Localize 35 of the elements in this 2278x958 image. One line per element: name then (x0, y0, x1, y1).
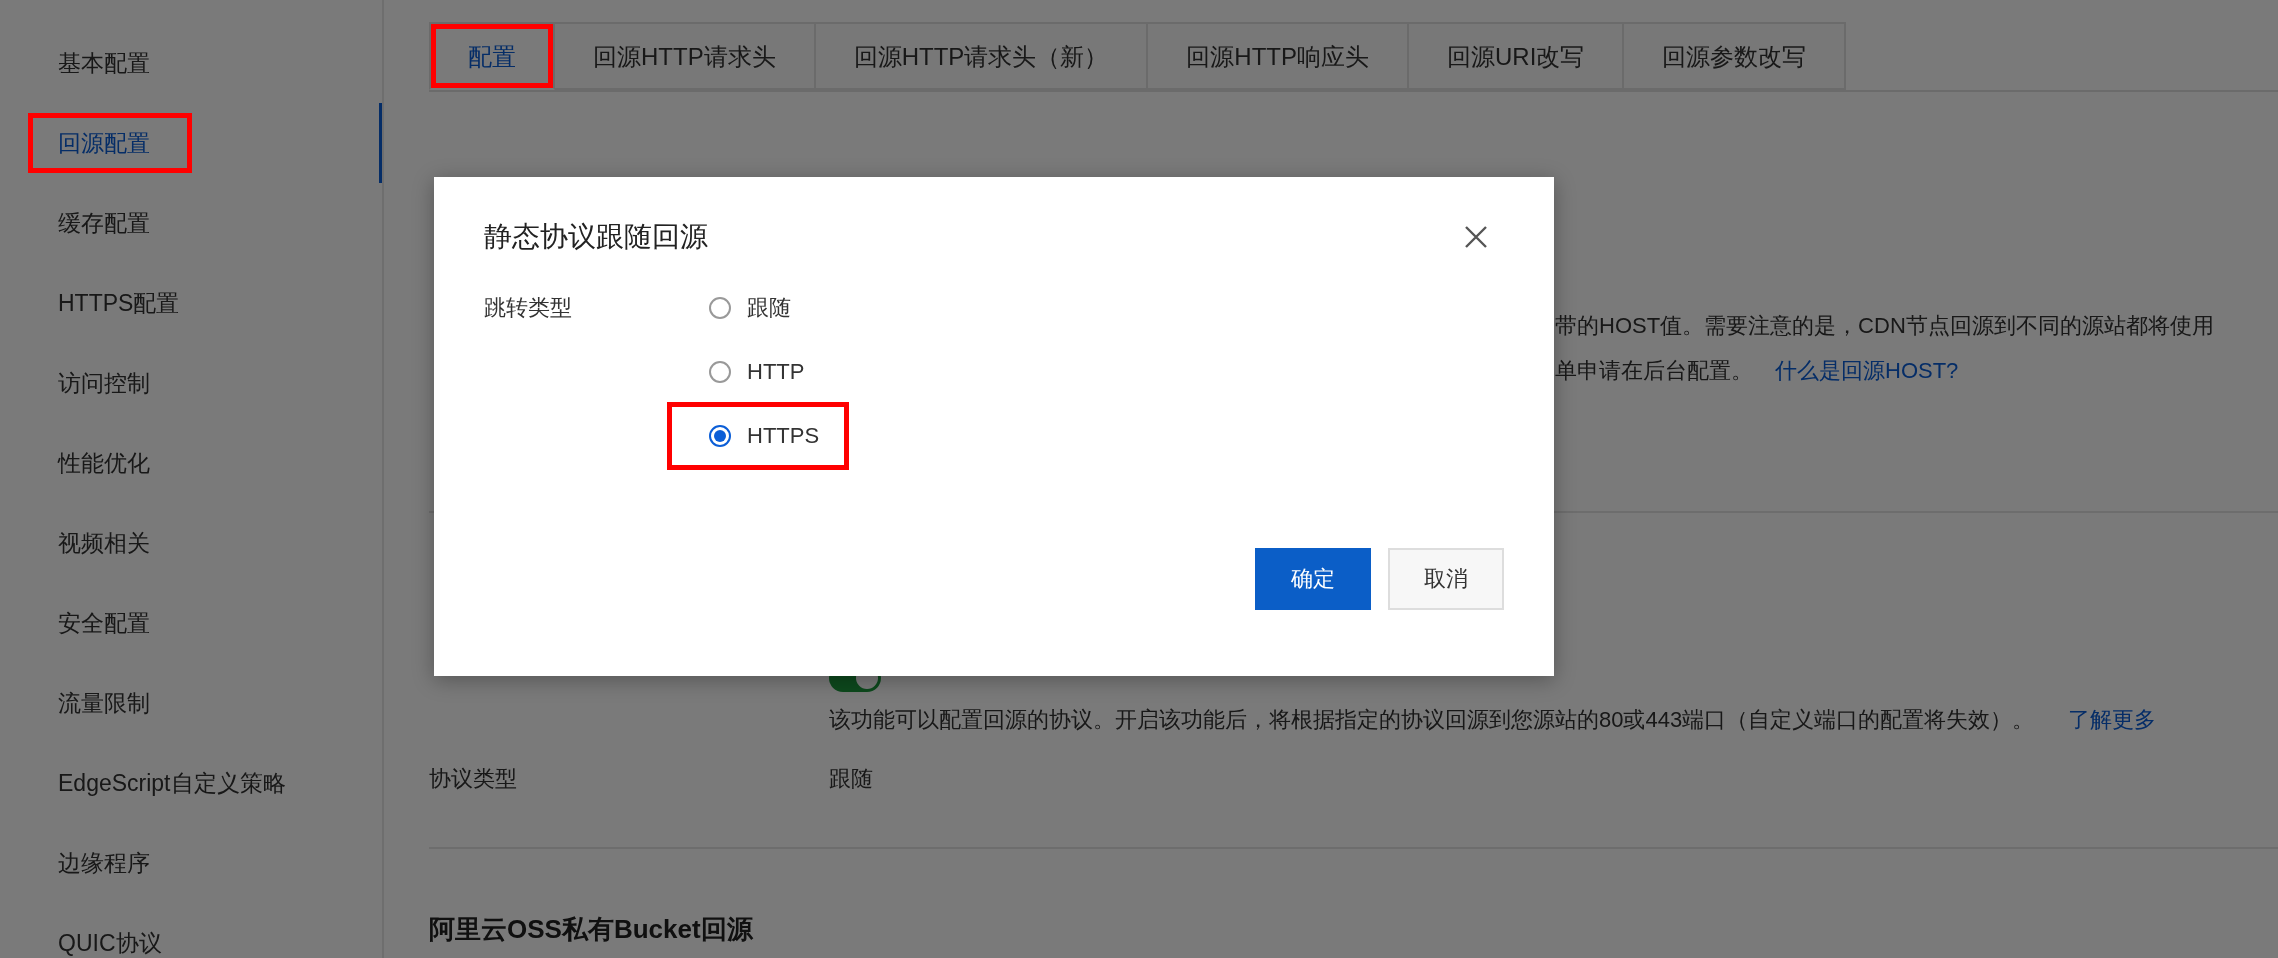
radio-button[interactable] (709, 425, 731, 447)
sidebar-item[interactable]: 回源配置 (0, 103, 382, 183)
section-title: 阿里云OSS私有Bucket回源 (429, 913, 754, 946)
sidebar-item[interactable]: QUIC协议 (0, 903, 382, 958)
field-label: 跳转类型 (484, 294, 573, 322)
close-icon[interactable] (1464, 225, 1488, 249)
sidebar-item[interactable]: HTTPS配置 (0, 263, 382, 343)
sidebar-item[interactable]: 性能优化 (0, 423, 382, 503)
radio-option[interactable]: HTTPS (667, 402, 850, 470)
sidebar-item[interactable]: 访问控制 (0, 343, 382, 423)
tab[interactable]: 回源参数改写 (1624, 22, 1847, 90)
help-link[interactable]: 什么是回源HOST? (1775, 358, 1959, 383)
sidebar-item[interactable]: 边缘程序 (0, 823, 382, 903)
radio-button[interactable] (709, 361, 731, 383)
confirm-button[interactable]: 确定 (1255, 548, 1371, 610)
dialog-title: 静态协议跟随回源 (484, 220, 708, 254)
tab[interactable]: 配置 (429, 22, 555, 90)
tab[interactable]: 回源HTTP响应头 (1148, 22, 1409, 90)
sidebar-item[interactable]: 视频相关 (0, 503, 382, 583)
sidebar-item[interactable]: 安全配置 (0, 583, 382, 663)
radio-button[interactable] (709, 297, 731, 319)
cancel-button[interactable]: 取消 (1388, 548, 1504, 610)
sidebar-item[interactable]: 基本配置 (0, 23, 382, 103)
field-label: 协议类型 (429, 765, 518, 793)
learn-more-link[interactable]: 了解更多 (2068, 705, 2157, 735)
tab[interactable]: 回源URI改写 (1409, 22, 1625, 90)
description-text: 单申请在后台配置。 (1555, 358, 1753, 383)
description-text: 带的HOST值。需要注意的是，CDN节点回源到不同的源站都将使用 (1555, 313, 2214, 338)
tab[interactable]: 回源HTTP请求头（新） (815, 22, 1149, 90)
description-text: 该功能可以配置回源的协议。开启该功能后，将根据指定的协议回源到您源站的80或443端口（自定义端口的配置将失效）。 (829, 706, 2035, 734)
sidebar-item[interactable]: 流量限制 (0, 663, 382, 743)
sidebar-item[interactable]: EdgeScript自定义策略 (0, 743, 382, 823)
field-value: 跟随 (829, 765, 873, 793)
tab[interactable]: 回源HTTP请求头 (555, 22, 816, 90)
sidebar-item[interactable]: 缓存配置 (0, 183, 382, 263)
